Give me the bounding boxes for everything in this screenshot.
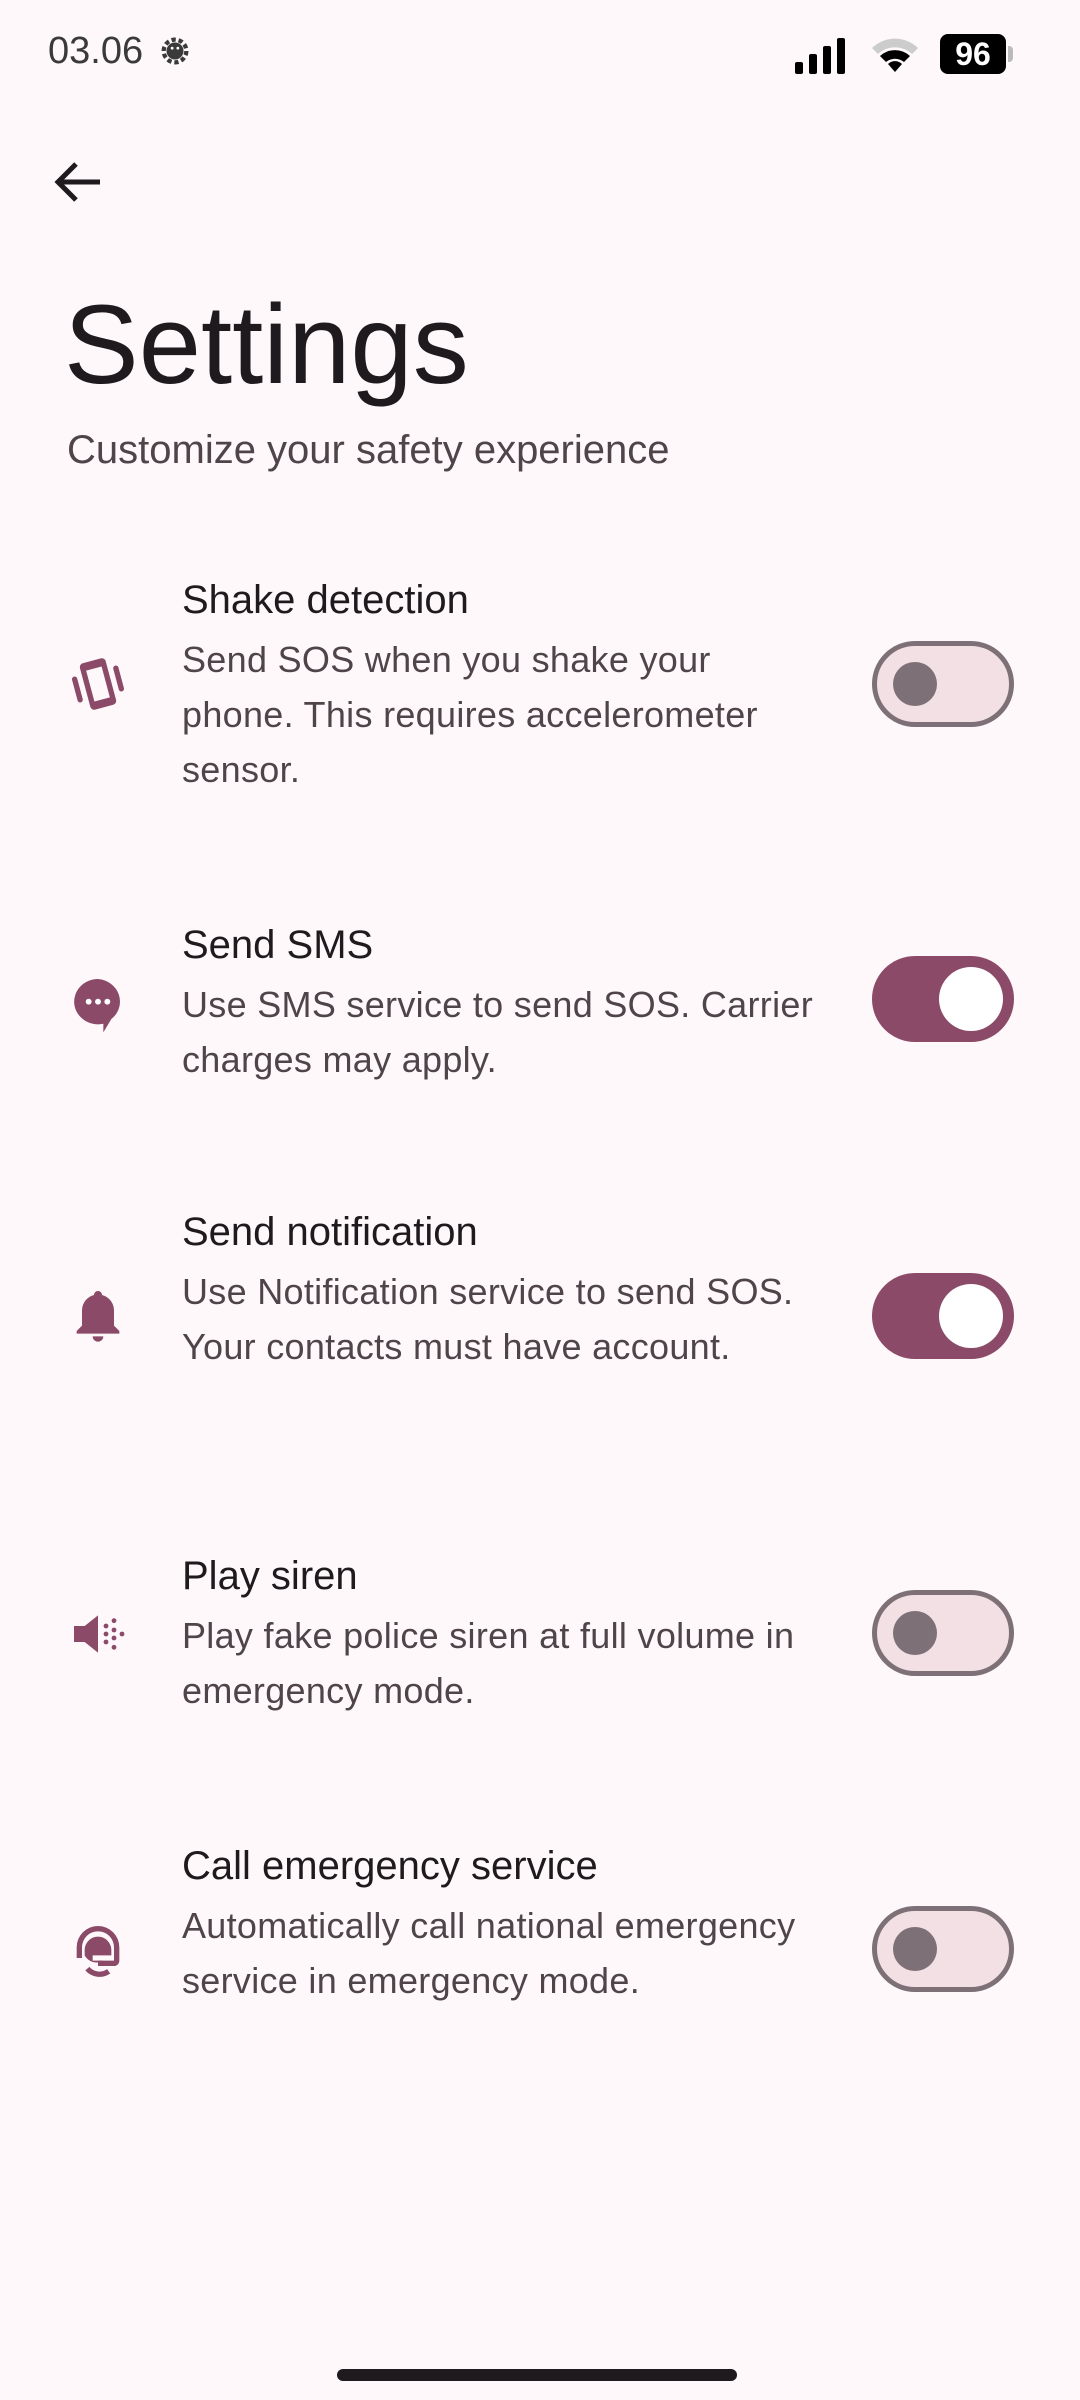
support-agent-icon (76, 1926, 120, 1977)
battery-indicator: 96 (940, 34, 1006, 74)
battery-cap (1008, 46, 1013, 62)
setting-title: Send SMS (182, 923, 374, 967)
vibrate-phone-icon (71, 658, 125, 710)
wifi-icon (872, 38, 918, 72)
toggle-thumb (939, 967, 1003, 1031)
setting-description: Use SMS service to send SOS. Carrier cha… (182, 984, 813, 1080)
setting-title: Send notification (182, 1210, 478, 1254)
play-siren-toggle[interactable] (872, 1590, 1014, 1676)
gesture-home-bar[interactable] (337, 2369, 737, 2381)
call-emergency-service-toggle[interactable] (872, 1906, 1014, 1992)
send-notification-toggle[interactable] (872, 1273, 1014, 1359)
debug-gear-icon (161, 37, 189, 65)
setting-title: Play siren (182, 1554, 358, 1598)
signal-icon (795, 38, 845, 74)
toggle-thumb (939, 1284, 1003, 1348)
chat-bubble-icon (74, 979, 120, 1033)
setting-description: Play fake police siren at full volume in… (182, 1615, 795, 1711)
send-sms-toggle[interactable] (872, 956, 1014, 1042)
setting-description: Send SOS when you shake your phone. This… (182, 639, 758, 790)
page-subtitle: Customize your safety experience (67, 428, 670, 472)
setting-title: Shake detection (182, 578, 469, 622)
siren-speaker-icon (74, 1615, 125, 1653)
setting-description: Automatically call national emergency se… (182, 1905, 796, 2001)
toggle-thumb (893, 662, 937, 706)
setting-title: Call emergency service (182, 1844, 598, 1888)
status-time: 03.06 (48, 30, 144, 72)
setting-description: Use Notification service to send SOS. Yo… (182, 1271, 794, 1367)
bell-icon (76, 1291, 120, 1342)
page-title: Settings (64, 282, 469, 407)
shake-detection-toggle[interactable] (872, 641, 1014, 727)
back-arrow-icon[interactable] (50, 158, 104, 206)
toggle-thumb (893, 1927, 937, 1971)
toggle-thumb (893, 1611, 937, 1655)
